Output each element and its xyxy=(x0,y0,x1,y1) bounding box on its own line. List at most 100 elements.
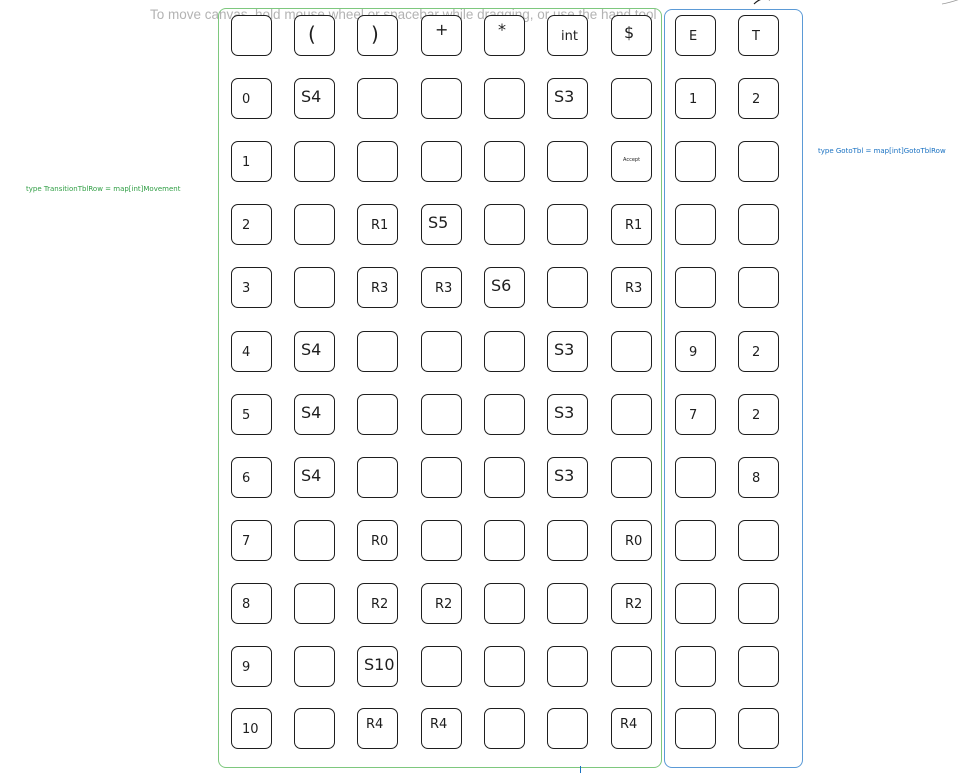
cell-state-3-T[interactable] xyxy=(738,267,779,308)
cell-state-6-plus[interactable] xyxy=(421,457,462,498)
cell-state-8-dollar[interactable]: R2 xyxy=(611,583,652,624)
cell-state-3-star[interactable]: S6 xyxy=(484,267,525,308)
cell-state-10-state[interactable]: 10 xyxy=(231,708,272,749)
cell-state-4-star[interactable] xyxy=(484,331,525,372)
cell-state-7-lparen[interactable] xyxy=(294,520,335,561)
cell-state-9-rparen[interactable]: S10 xyxy=(357,646,398,687)
cell-header-state[interactable] xyxy=(231,15,272,56)
cell-state-5-state[interactable]: 5 xyxy=(231,394,272,435)
cell-state-1-lparen[interactable] xyxy=(294,141,335,182)
goto-table-note[interactable]: type GotoTbl = map[int]GotoTblRow xyxy=(818,147,946,155)
cell-state-7-rparen[interactable]: R0 xyxy=(357,520,398,561)
cell-state-10-E[interactable] xyxy=(675,708,716,749)
cell-state-7-E[interactable] xyxy=(675,520,716,561)
cell-state-2-int[interactable] xyxy=(547,204,588,245)
cell-state-1-star[interactable] xyxy=(484,141,525,182)
transition-table-note[interactable]: type TransitionTblRow = map[int]Movement xyxy=(26,185,180,193)
cell-state-8-star[interactable] xyxy=(484,583,525,624)
cell-state-7-dollar[interactable]: R0 xyxy=(611,520,652,561)
cell-state-0-int[interactable]: S3 xyxy=(547,78,588,119)
cell-state-6-state[interactable]: 6 xyxy=(231,457,272,498)
cell-state-8-T[interactable] xyxy=(738,583,779,624)
cell-state-2-state[interactable]: 2 xyxy=(231,204,272,245)
cell-state-5-rparen[interactable] xyxy=(357,394,398,435)
cell-state-10-dollar[interactable]: R4 xyxy=(611,708,652,749)
cell-state-3-rparen[interactable]: R3 xyxy=(357,267,398,308)
cell-state-0-rparen[interactable] xyxy=(357,78,398,119)
cell-header-dollar[interactable]: $ xyxy=(611,15,652,56)
cell-state-0-plus[interactable] xyxy=(421,78,462,119)
cell-state-1-E[interactable] xyxy=(675,141,716,182)
cell-state-4-E[interactable]: 9 xyxy=(675,331,716,372)
cell-state-8-plus[interactable]: R2 xyxy=(421,583,462,624)
cell-state-1-dollar[interactable]: Accept xyxy=(611,141,652,182)
cell-state-10-int[interactable] xyxy=(547,708,588,749)
cell-state-2-star[interactable] xyxy=(484,204,525,245)
cell-state-8-state[interactable]: 8 xyxy=(231,583,272,624)
cell-state-2-T[interactable] xyxy=(738,204,779,245)
cell-state-5-T[interactable]: 2 xyxy=(738,394,779,435)
cell-header-lparen[interactable]: ( xyxy=(294,15,335,56)
cell-state-10-T[interactable] xyxy=(738,708,779,749)
cell-state-3-plus[interactable]: R3 xyxy=(421,267,462,308)
cell-state-9-plus[interactable] xyxy=(421,646,462,687)
cell-state-6-rparen[interactable] xyxy=(357,457,398,498)
cell-state-3-E[interactable] xyxy=(675,267,716,308)
cell-state-8-int[interactable] xyxy=(547,583,588,624)
cell-state-2-lparen[interactable] xyxy=(294,204,335,245)
cell-state-4-plus[interactable] xyxy=(421,331,462,372)
cell-state-4-T[interactable]: 2 xyxy=(738,331,779,372)
cell-state-10-star[interactable] xyxy=(484,708,525,749)
cell-state-0-star[interactable] xyxy=(484,78,525,119)
cell-state-5-lparen[interactable]: S4 xyxy=(294,394,335,435)
cell-state-6-T[interactable]: 8 xyxy=(738,457,779,498)
cell-state-4-state[interactable]: 4 xyxy=(231,331,272,372)
cell-state-2-dollar[interactable]: R1 xyxy=(611,204,652,245)
cell-state-0-dollar[interactable] xyxy=(611,78,652,119)
cell-state-7-T[interactable] xyxy=(738,520,779,561)
cell-state-10-plus[interactable]: R4 xyxy=(421,708,462,749)
cell-state-6-dollar[interactable] xyxy=(611,457,652,498)
cell-header-E[interactable]: E xyxy=(675,15,716,56)
cell-state-0-state[interactable]: 0 xyxy=(231,78,272,119)
cell-state-1-state[interactable]: 1 xyxy=(231,141,272,182)
cell-state-4-lparen[interactable]: S4 xyxy=(294,331,335,372)
cell-state-3-state[interactable]: 3 xyxy=(231,267,272,308)
cell-state-7-plus[interactable] xyxy=(421,520,462,561)
cell-state-1-T[interactable] xyxy=(738,141,779,182)
cell-header-plus[interactable]: + xyxy=(421,15,462,56)
cell-state-10-rparen[interactable]: R4 xyxy=(357,708,398,749)
cell-state-2-rparen[interactable]: R1 xyxy=(357,204,398,245)
cell-state-8-rparen[interactable]: R2 xyxy=(357,583,398,624)
cell-state-1-int[interactable] xyxy=(547,141,588,182)
cell-state-9-T[interactable] xyxy=(738,646,779,687)
cell-state-5-star[interactable] xyxy=(484,394,525,435)
cell-state-7-int[interactable] xyxy=(547,520,588,561)
cell-state-0-T[interactable]: 2 xyxy=(738,78,779,119)
cell-header-int[interactable]: int xyxy=(547,15,588,56)
cell-header-star[interactable]: * xyxy=(484,15,525,56)
cell-state-1-rparen[interactable] xyxy=(357,141,398,182)
cell-state-10-lparen[interactable] xyxy=(294,708,335,749)
cell-state-6-lparen[interactable]: S4 xyxy=(294,457,335,498)
cell-state-6-int[interactable]: S3 xyxy=(547,457,588,498)
cell-state-9-E[interactable] xyxy=(675,646,716,687)
cell-state-7-star[interactable] xyxy=(484,520,525,561)
cell-state-5-int[interactable]: S3 xyxy=(547,394,588,435)
cell-state-6-star[interactable] xyxy=(484,457,525,498)
cell-state-4-dollar[interactable] xyxy=(611,331,652,372)
cell-state-0-lparen[interactable]: S4 xyxy=(294,78,335,119)
cell-state-9-star[interactable] xyxy=(484,646,525,687)
cell-state-9-dollar[interactable] xyxy=(611,646,652,687)
cell-state-9-state[interactable]: 9 xyxy=(231,646,272,687)
cell-state-4-int[interactable]: S3 xyxy=(547,331,588,372)
cell-state-6-E[interactable] xyxy=(675,457,716,498)
cell-state-3-dollar[interactable]: R3 xyxy=(611,267,652,308)
cell-state-2-E[interactable] xyxy=(675,204,716,245)
cell-state-3-int[interactable] xyxy=(547,267,588,308)
cell-state-5-plus[interactable] xyxy=(421,394,462,435)
cell-state-9-lparen[interactable] xyxy=(294,646,335,687)
cell-state-5-E[interactable]: 7 xyxy=(675,394,716,435)
cell-state-9-int[interactable] xyxy=(547,646,588,687)
cell-state-1-plus[interactable] xyxy=(421,141,462,182)
